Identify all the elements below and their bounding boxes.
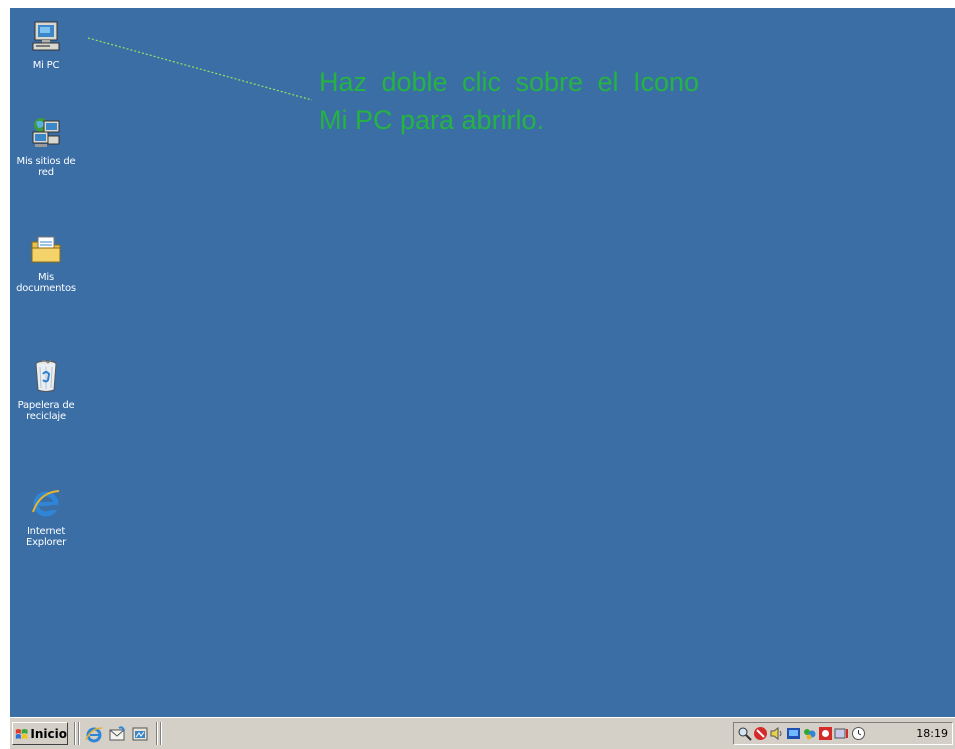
windows-logo-icon <box>15 728 28 739</box>
outlook-express-icon <box>109 726 125 741</box>
search-icon <box>738 727 752 741</box>
quick-launch-outlook-express[interactable] <box>108 725 126 743</box>
tray-keyboard[interactable] <box>834 726 849 741</box>
tray-network[interactable] <box>786 726 801 741</box>
clock-icon <box>852 727 865 740</box>
network-icon <box>787 728 800 739</box>
taskbar-separator <box>160 722 162 745</box>
tray-messenger[interactable] <box>802 726 817 741</box>
system-tray: 18:19 <box>733 722 953 745</box>
messenger-icon <box>804 729 816 740</box>
security-icon <box>819 727 832 740</box>
antivirus-icon <box>754 727 767 740</box>
tray-search[interactable] <box>737 726 752 741</box>
taskbar-separator <box>74 722 76 745</box>
tray-antivirus[interactable] <box>753 726 768 741</box>
start-button[interactable]: Inicio <box>12 722 68 745</box>
taskbar-separator <box>156 722 158 745</box>
taskbar-separator <box>78 722 80 745</box>
taskbar: Inicio 18:19 <box>10 717 955 749</box>
quick-launch-show-desktop[interactable] <box>131 725 149 743</box>
quick-launch-internet-explorer[interactable] <box>85 725 103 743</box>
volume-icon <box>770 727 782 740</box>
tray-clock-app[interactable] <box>851 726 866 741</box>
start-label: Inicio <box>30 726 67 741</box>
taskbar-clock[interactable]: 18:19 <box>916 727 948 740</box>
tray-security[interactable] <box>818 726 833 741</box>
annotation-pointer-line <box>87 37 313 101</box>
internet-explorer-icon <box>85 727 103 743</box>
show-desktop-icon <box>132 727 148 741</box>
tray-volume[interactable] <box>769 726 784 741</box>
keyboard-icon <box>834 728 848 739</box>
